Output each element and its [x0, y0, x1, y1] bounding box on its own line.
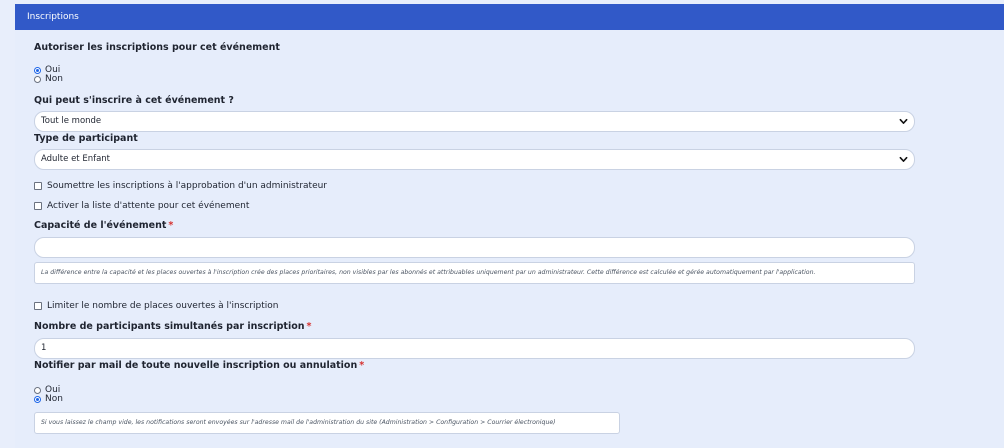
notify-option-no[interactable]: Non: [34, 394, 63, 404]
radio-unselected-icon[interactable]: [34, 75, 41, 83]
notify-help-text: Si vous laissez le champ vide, les notif…: [34, 412, 620, 434]
section-header: Inscriptions: [15, 4, 1004, 30]
allow-option-no[interactable]: Non: [34, 74, 63, 84]
limit-checkbox[interactable]: [34, 301, 42, 310]
approval-checkbox-row[interactable]: Soumettre les inscriptions à l'approbati…: [34, 180, 327, 191]
limit-checkbox-row[interactable]: Limiter le nombre de places ouvertes à l…: [34, 300, 279, 311]
section-title: Inscriptions: [27, 12, 79, 22]
type-label: Type de participant: [34, 133, 138, 144]
type-select[interactable]: Adulte et Enfant: [34, 149, 915, 170]
required-marker: *: [306, 321, 312, 332]
radio-selected-icon[interactable]: [34, 66, 41, 74]
radio-selected-icon[interactable]: [34, 395, 41, 403]
capacity-label: Capacité de l'événement *: [34, 220, 174, 231]
inscriptions-form: Autoriser les inscriptions pour cet évén…: [15, 30, 1004, 448]
notify-label: Notifier par mail de toute nouvelle insc…: [34, 360, 365, 371]
allow-label: Autoriser les inscriptions pour cet évén…: [34, 42, 280, 53]
approval-checkbox[interactable]: [34, 181, 42, 190]
chevron-down-icon: [899, 118, 908, 124]
capacity-input[interactable]: [34, 237, 915, 258]
chevron-down-icon: [899, 156, 908, 162]
waitlist-checkbox-row[interactable]: Activer la liste d'attente pour cet évén…: [34, 200, 249, 211]
who-label: Qui peut s'inscrire à cet événement ?: [34, 95, 234, 106]
waitlist-checkbox[interactable]: [34, 201, 42, 210]
required-marker: *: [168, 220, 174, 231]
who-select[interactable]: Tout le monde: [34, 111, 915, 132]
simultaneous-input[interactable]: 1: [34, 338, 915, 359]
capacity-help-text: La différence entre la capacité et les p…: [34, 262, 915, 284]
required-marker: *: [359, 360, 365, 371]
radio-unselected-icon[interactable]: [34, 386, 41, 394]
simultaneous-label: Nombre de participants simultanés par in…: [34, 321, 312, 332]
